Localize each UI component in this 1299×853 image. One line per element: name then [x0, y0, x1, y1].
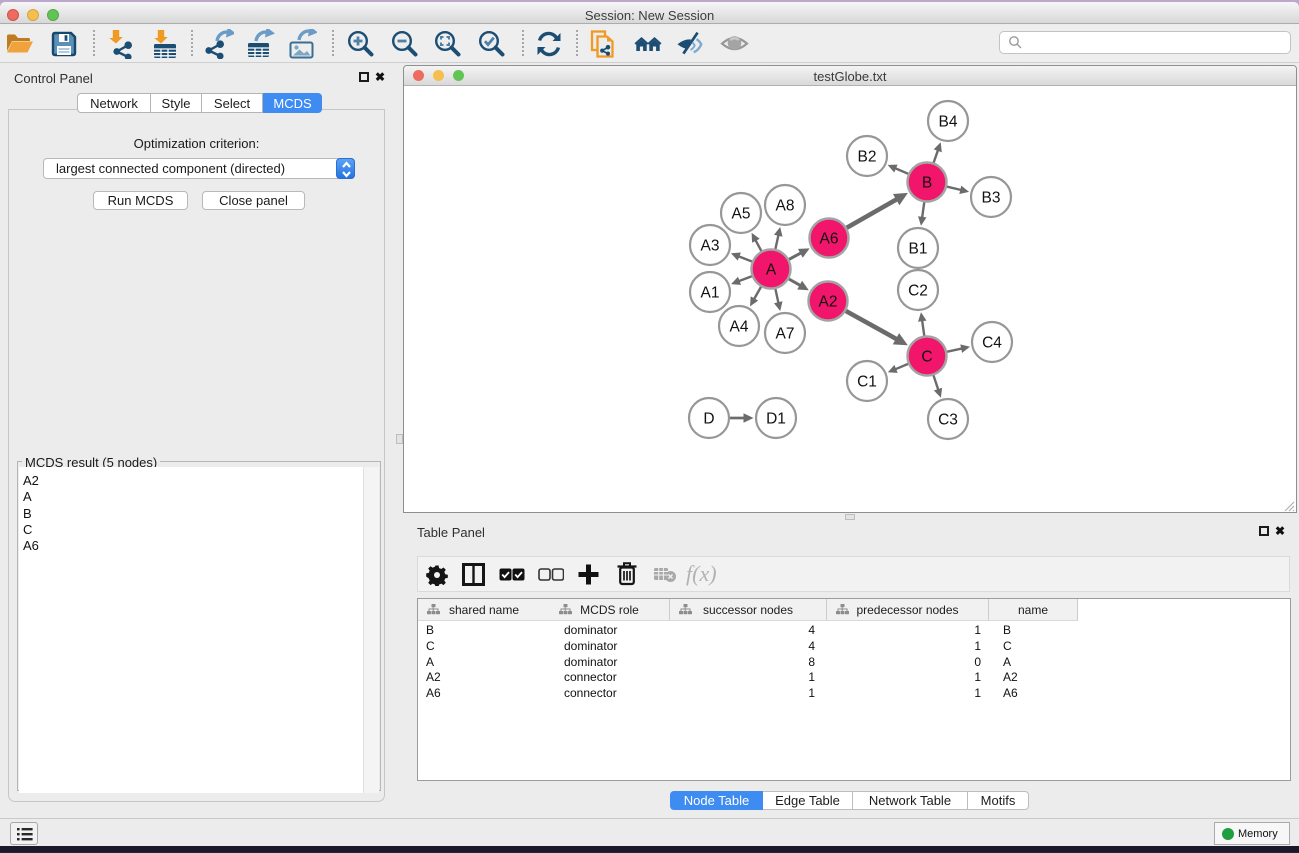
svg-text:A: A — [766, 262, 777, 279]
svg-text:D1: D1 — [766, 411, 786, 428]
svg-text:A3: A3 — [701, 238, 720, 255]
svg-text:B: B — [922, 175, 932, 192]
svg-text:B1: B1 — [909, 241, 928, 258]
svg-text:C1: C1 — [857, 374, 877, 391]
svg-text:B3: B3 — [982, 190, 1001, 207]
svg-text:B2: B2 — [858, 149, 877, 166]
svg-text:A7: A7 — [776, 326, 795, 343]
svg-text:C4: C4 — [982, 335, 1002, 352]
svg-text:B4: B4 — [939, 114, 958, 131]
svg-text:A6: A6 — [820, 231, 839, 248]
svg-text:C3: C3 — [938, 412, 958, 429]
svg-text:D: D — [703, 411, 714, 428]
svg-text:A4: A4 — [730, 319, 749, 336]
svg-text:C2: C2 — [908, 283, 928, 300]
svg-text:A2: A2 — [819, 294, 838, 311]
svg-text:A5: A5 — [732, 206, 751, 223]
svg-text:A8: A8 — [776, 198, 795, 215]
svg-text:C: C — [921, 349, 932, 366]
svg-text:A1: A1 — [701, 285, 720, 302]
